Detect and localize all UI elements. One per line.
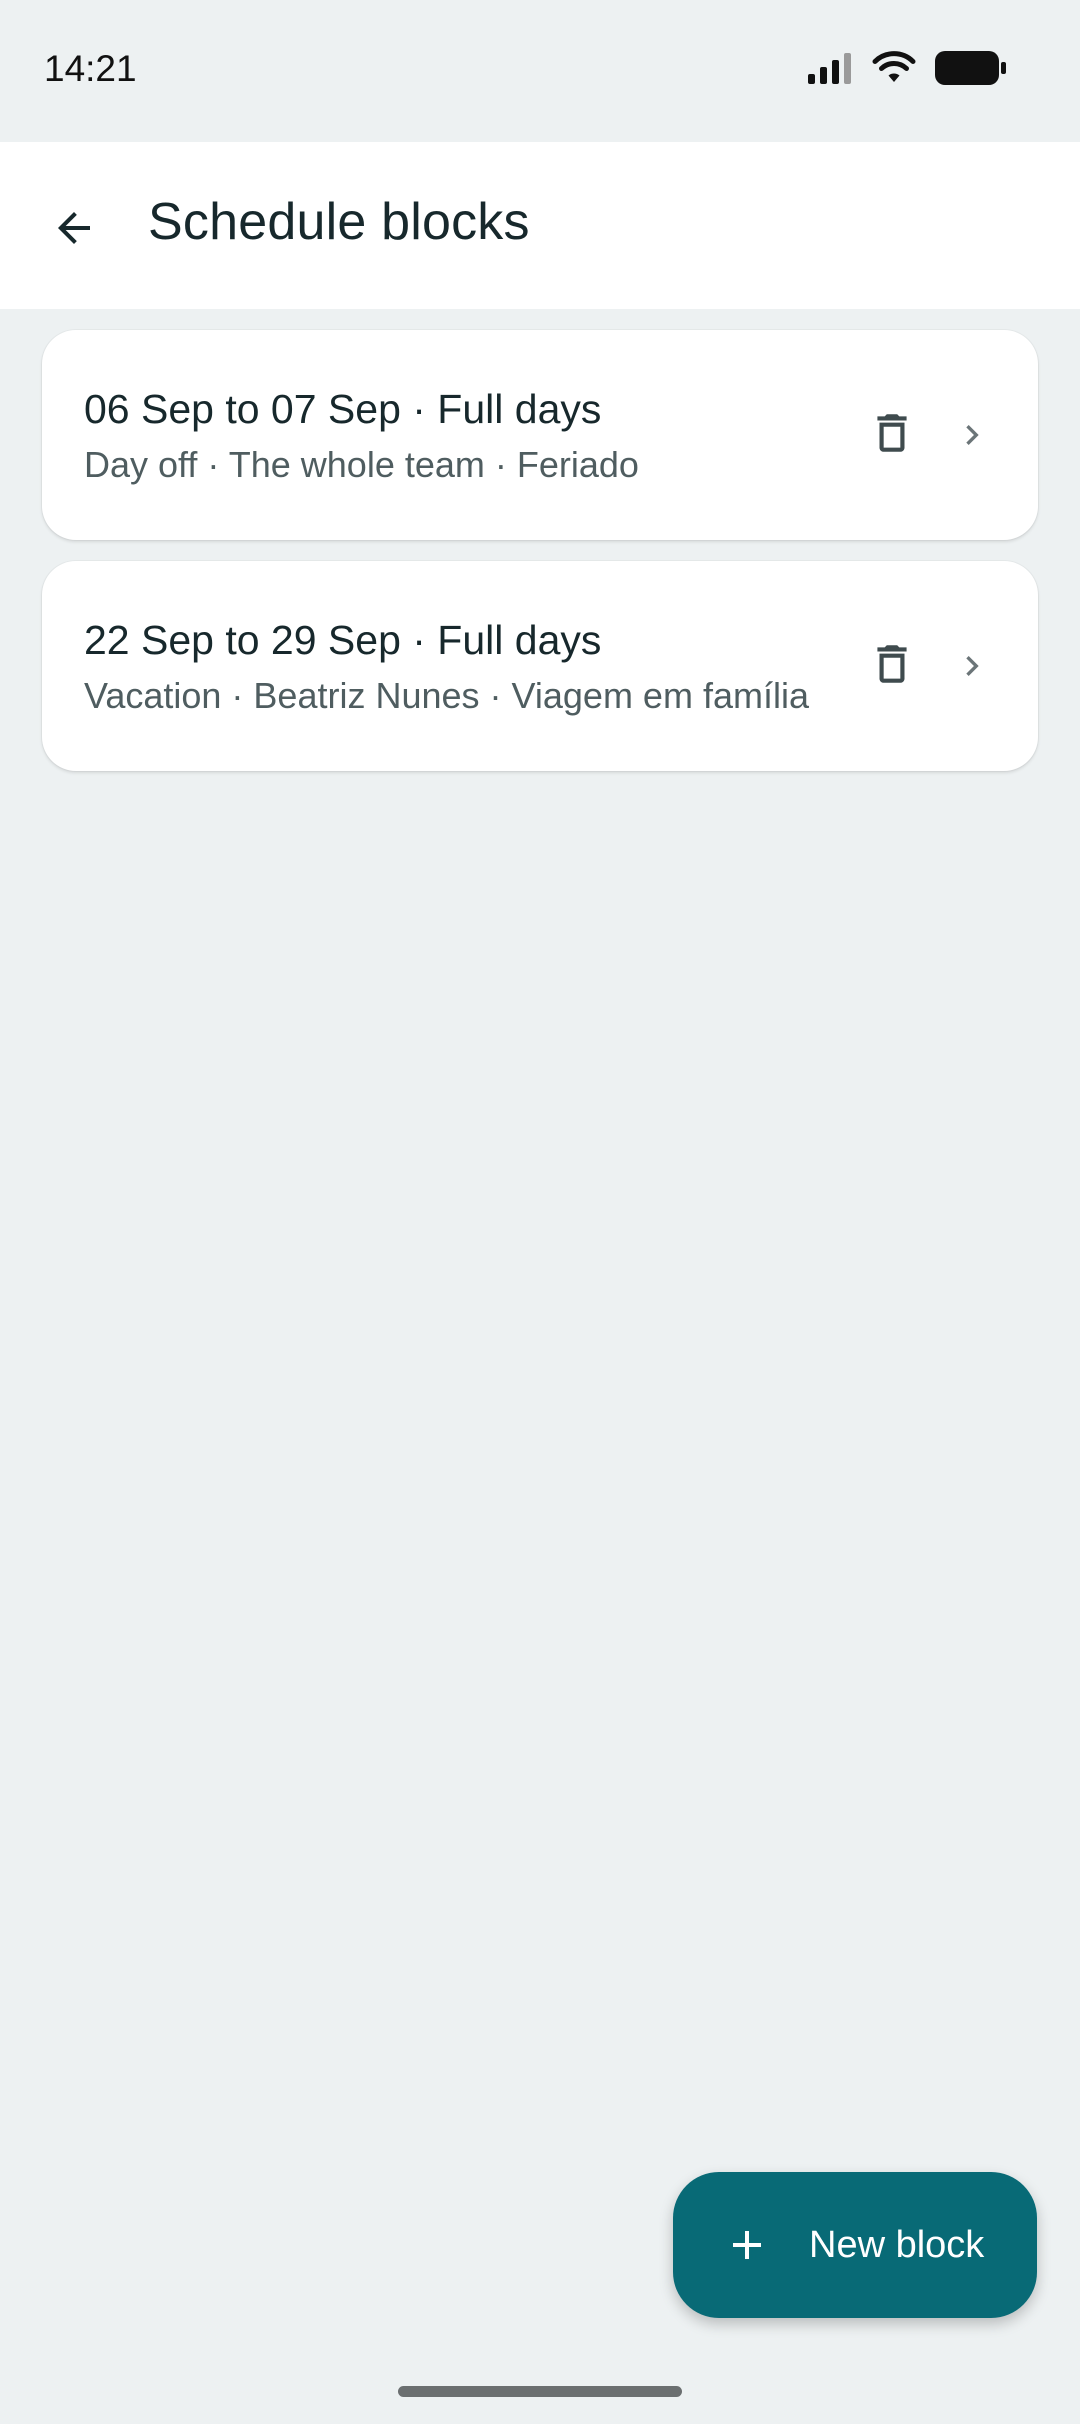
chevron-right-icon xyxy=(948,642,996,690)
new-block-button[interactable]: New block xyxy=(673,2172,1037,2318)
status-bar: 14:21 xyxy=(0,0,1080,142)
plus-icon xyxy=(723,2221,771,2269)
block-subtitle: Vacation · Beatriz Nunes · Viagem em fam… xyxy=(84,675,809,716)
home-indicator[interactable] xyxy=(398,2386,682,2397)
block-title: 22 Sep to 29 Sep · Full days xyxy=(84,617,602,663)
trash-icon xyxy=(867,408,917,463)
new-block-label: New block xyxy=(809,2224,985,2266)
block-subtitle: Day off · The whole team · Feriado xyxy=(84,444,639,485)
battery-icon xyxy=(934,50,1008,91)
trash-icon xyxy=(867,639,917,694)
delete-block-button[interactable] xyxy=(848,391,936,479)
app-bar: Schedule blocks xyxy=(0,142,1080,309)
schedule-block-item[interactable]: 06 Sep to 07 Sep · Full days Day off · T… xyxy=(42,330,1038,540)
arrow-back-icon xyxy=(50,204,98,257)
page-title: Schedule blocks xyxy=(148,193,530,251)
schedule-block-item[interactable]: 22 Sep to 29 Sep · Full days Vacation · … xyxy=(42,561,1038,771)
schedule-block-list: 06 Sep to 07 Sep · Full days Day off · T… xyxy=(42,330,1038,792)
status-time: 14:21 xyxy=(44,48,137,89)
status-icons xyxy=(806,50,1008,90)
wifi-icon xyxy=(872,50,916,90)
chevron-right-icon xyxy=(948,411,996,459)
delete-block-button[interactable] xyxy=(848,622,936,710)
signal-icon xyxy=(806,52,854,89)
screen: 14:21 Schedule blocks 06 Sep to 07 Sep ·… xyxy=(0,0,1080,2424)
back-button[interactable] xyxy=(30,186,118,274)
block-title: 06 Sep to 07 Sep · Full days xyxy=(84,386,602,432)
